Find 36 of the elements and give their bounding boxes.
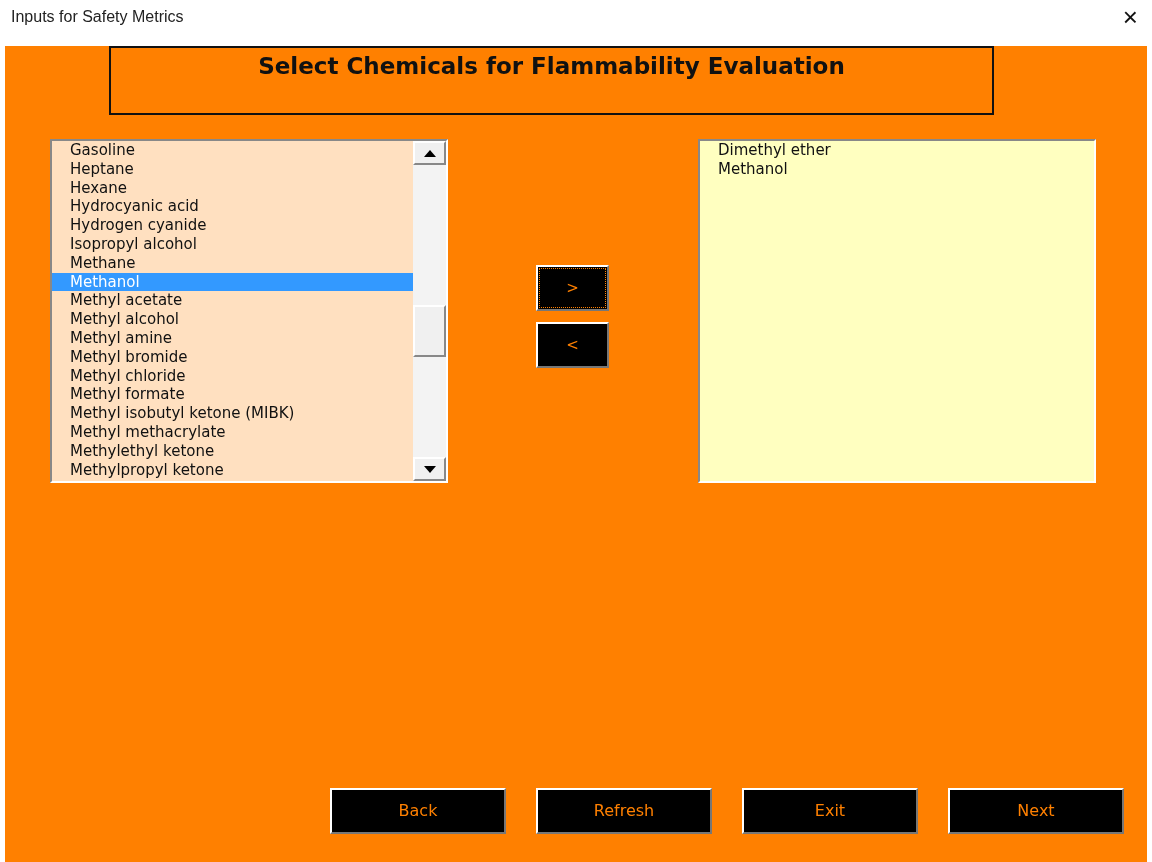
list-item[interactable]: Hydrocyanic acid [52,197,413,217]
nav-button[interactable]: Back [330,788,506,834]
list-item[interactable]: Methyl chloride [52,366,413,386]
heading: Select Chemicals for Flammability Evaluation [109,46,994,115]
down-arrow-icon [423,465,436,473]
available-list[interactable] [50,139,448,483]
move-button[interactable]: < [536,322,609,368]
list-item[interactable]: Hexane [52,178,413,198]
list-item[interactable]: Methyl methacrylate [52,422,413,442]
scroll-down-button[interactable] [413,457,446,481]
close-button[interactable]: × [1118,4,1142,30]
list-item[interactable]: Gasoline [52,141,413,160]
window-title: Inputs for Safety Metrics [11,7,184,27]
nav-button[interactable]: Refresh [536,788,712,834]
nav-button[interactable]: Next [948,788,1124,834]
list-item[interactable]: Methylpropyl ketone [52,460,413,480]
list-item[interactable]: Methyl bromide [52,347,413,367]
scroll-up-button[interactable] [413,141,446,165]
list-item[interactable]: Dimethyl ether [700,141,1094,160]
list-item[interactable]: Methane [52,253,413,273]
chosen-list[interactable]: Dimethyl ether Methanol [698,139,1096,483]
nav-button[interactable]: Exit [742,788,918,834]
scroll-thumb[interactable] [413,305,446,357]
move-button[interactable]: > [536,265,609,311]
list-item[interactable]: Heptane [52,159,413,179]
list-item[interactable]: Methyl amine [52,328,413,348]
list-item[interactable]: Hydrogen cyanide [52,216,413,235]
scrollbar[interactable] [413,141,446,481]
list-item[interactable]: Isopropyl alcohol [52,235,413,254]
list-item[interactable]: Methylethyl ketone [52,441,413,461]
list-item[interactable]: Methyl acetate [52,291,413,311]
up-arrow-icon [423,149,436,157]
list-item[interactable]: Methanol [700,159,1094,179]
list-item[interactable]: Methyl isobutyl ketone (MIBK) [52,404,413,423]
list-item[interactable]: Methyl alcohol [52,310,413,329]
list-item[interactable]: Methyl formate [52,385,413,405]
